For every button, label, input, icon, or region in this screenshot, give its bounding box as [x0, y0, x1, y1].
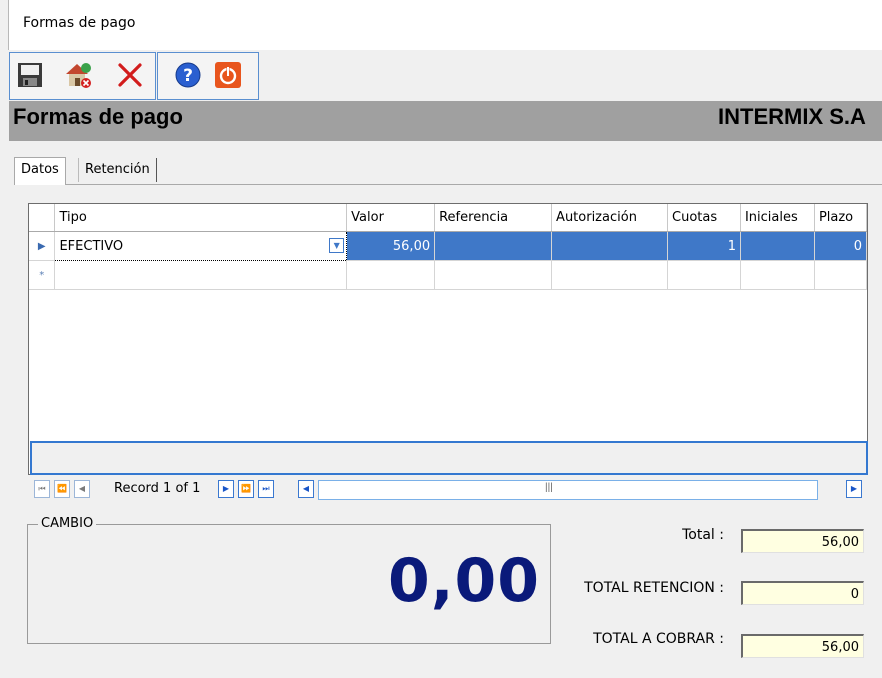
row-header-corner	[29, 204, 56, 232]
tab-datos[interactable]: Datos	[14, 157, 66, 185]
grid-footer	[30, 441, 868, 475]
cancel-button[interactable]	[114, 59, 146, 91]
chevron-down-icon[interactable]: ▼	[329, 238, 345, 253]
total-retencion-label: TOTAL RETENCION :	[584, 580, 724, 596]
payments-grid: Tipo Valor Referencia Autorización Cuota…	[28, 203, 868, 475]
exit-button[interactable]	[212, 59, 244, 91]
new-referencia-cell[interactable]	[434, 260, 553, 290]
edit-house-button[interactable]	[62, 59, 94, 91]
company-name: INTERMIX S.A	[718, 104, 866, 129]
next-page-button[interactable]: ⏩	[238, 480, 254, 498]
toolbar-group-app: ?	[157, 52, 259, 100]
help-button[interactable]: ?	[172, 59, 204, 91]
column-header-autorizacion[interactable]: Autorización	[551, 204, 668, 232]
title-bar: Formas de pago	[8, 0, 882, 50]
toolbar-group-edit	[9, 52, 156, 100]
tab-retencion[interactable]: Retención	[78, 158, 157, 182]
floppy-disk-icon	[18, 63, 42, 87]
total-field[interactable]: 56,00	[741, 529, 864, 553]
question-circle-icon: ?	[175, 62, 201, 88]
column-header-iniciales[interactable]: Iniciales	[740, 204, 815, 232]
window-title: Formas de pago	[23, 15, 136, 31]
iniciales-cell[interactable]	[740, 231, 815, 261]
new-valor-cell[interactable]	[346, 260, 436, 290]
scroll-left-button[interactable]: ◀	[298, 480, 314, 498]
prev-page-button[interactable]: ⏪	[54, 480, 70, 498]
column-header-tipo[interactable]: Tipo	[54, 204, 348, 232]
new-row[interactable]: *	[29, 260, 867, 290]
cuotas-cell[interactable]: 1	[667, 231, 741, 261]
page-title: Formas de pago	[13, 104, 183, 129]
house-edit-icon	[66, 63, 91, 88]
svg-text:?: ?	[183, 66, 193, 86]
last-page-button[interactable]: ⏭	[258, 480, 274, 498]
red-x-icon	[118, 63, 142, 87]
column-header-cuotas[interactable]: Cuotas	[667, 204, 741, 232]
grid-header-row: Tipo Valor Referencia Autorización Cuota…	[29, 204, 867, 232]
referencia-cell[interactable]	[434, 231, 553, 261]
cambio-value: 0,00	[387, 546, 540, 616]
column-header-valor[interactable]: Valor	[346, 204, 436, 232]
total-a-cobrar-field[interactable]: 56,00	[741, 634, 864, 658]
new-plazo-cell[interactable]	[814, 260, 867, 290]
valor-cell[interactable]: 56,00	[346, 231, 436, 261]
plazo-cell[interactable]: 0	[814, 231, 867, 261]
scroll-right-button[interactable]: ▶	[846, 480, 862, 498]
window-left-edge	[0, 0, 8, 677]
current-row-indicator[interactable]: ▶	[29, 231, 56, 261]
table-row[interactable]: ▶ EFECTIVO ▼ 56,00 1 0	[29, 231, 867, 261]
first-page-button[interactable]: ⏮	[34, 480, 50, 498]
total-label: Total :	[682, 527, 724, 543]
new-cuotas-cell[interactable]	[667, 260, 741, 290]
cambio-label: CAMBIO	[38, 516, 97, 531]
horizontal-scrollbar[interactable]: |||	[318, 480, 818, 500]
record-position: Record 1 of 1	[114, 481, 201, 496]
save-button[interactable]	[14, 59, 46, 91]
new-iniciales-cell[interactable]	[740, 260, 815, 290]
total-a-cobrar-label: TOTAL A COBRAR :	[593, 631, 724, 647]
tipo-value: EFECTIVO	[59, 238, 124, 254]
column-header-plazo[interactable]: Plazo	[814, 204, 867, 232]
total-retencion-field[interactable]: 0	[741, 581, 864, 605]
column-header-referencia[interactable]: Referencia	[434, 204, 553, 232]
new-tipo-cell[interactable]	[54, 260, 348, 290]
prev-record-button[interactable]: ◀	[74, 480, 90, 498]
power-icon	[215, 62, 241, 88]
new-row-marker: *	[29, 260, 56, 290]
tipo-cell[interactable]: EFECTIVO ▼	[54, 231, 348, 261]
scroll-grip-icon: |||	[545, 482, 553, 493]
next-record-button[interactable]: ▶	[218, 480, 234, 498]
autorizacion-cell[interactable]	[551, 231, 668, 261]
record-navigator: ⏮ ⏪ ◀ Record 1 of 1 ▶ ⏩ ⏭ ◀ ||| ▶	[28, 476, 866, 500]
new-autorizacion-cell[interactable]	[551, 260, 668, 290]
